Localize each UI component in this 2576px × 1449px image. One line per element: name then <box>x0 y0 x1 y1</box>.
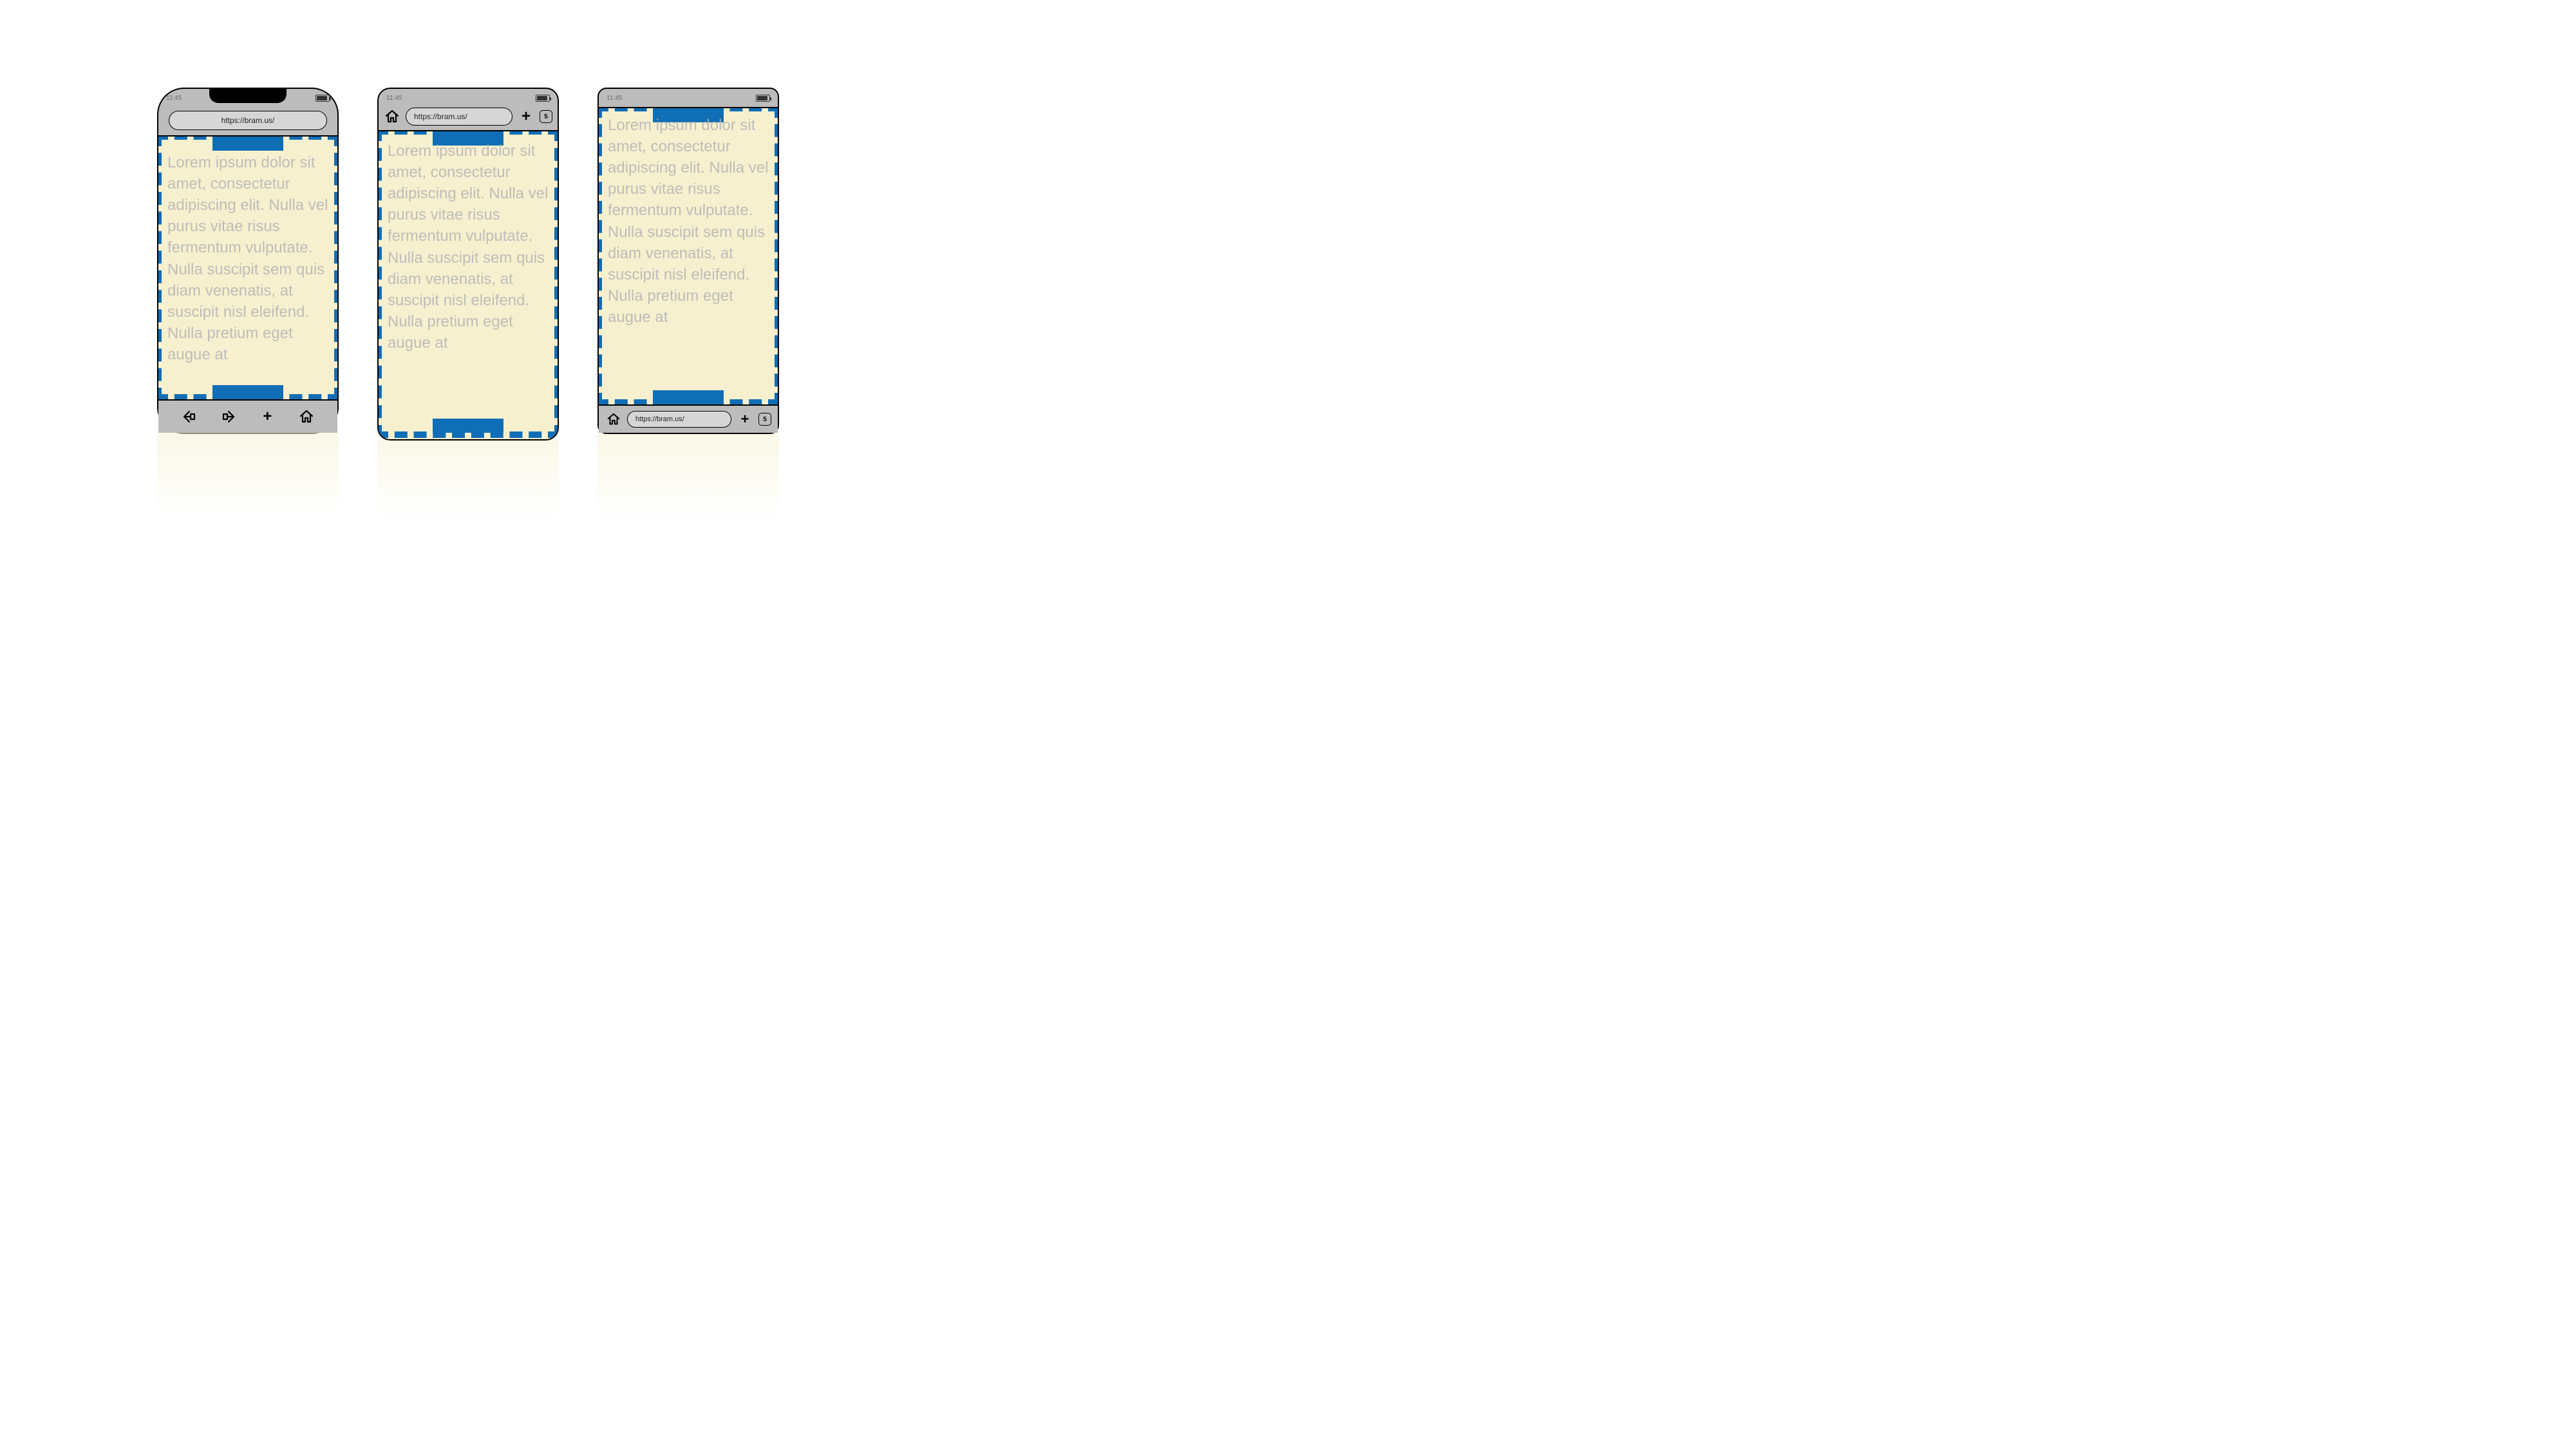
address-bar[interactable]: https://bram.us/ <box>406 108 512 126</box>
new-tab-icon[interactable]: + <box>518 108 534 125</box>
address-bar[interactable]: https://bram.us/ <box>627 411 731 428</box>
page-body-text: Lorem ipsum dolor sit amet, consectetur … <box>608 115 771 328</box>
browser-viewport: Lorem ipsum dolor sit amet, consectetur … <box>379 130 558 439</box>
page-body-text: Lorem ipsum dolor sit amet, consectetur … <box>167 152 331 365</box>
browser-bottom-toolbar: https://bram.us/ + 5 <box>599 404 778 433</box>
tab-count-badge[interactable]: 5 <box>540 110 552 123</box>
viewport-marker-bottom <box>433 419 503 433</box>
home-icon[interactable] <box>384 108 400 125</box>
status-time: 11:45 <box>166 95 182 102</box>
tab-count-badge[interactable]: 5 <box>758 413 771 426</box>
status-bar: 11:45 <box>158 89 337 107</box>
forward-icon[interactable] <box>220 408 237 425</box>
phone-mockup-3: 11:45 Lorem ipsum dolor sit amet, consec… <box>597 88 779 434</box>
status-time: 11:45 <box>386 95 402 102</box>
diagram-three-mobile-viewports: 11:45 https://bram.us/ Lorem ipsum dolor… <box>0 0 940 529</box>
phone-mockup-1: 11:45 https://bram.us/ Lorem ipsum dolor… <box>157 88 339 434</box>
status-time: 11:45 <box>606 95 622 102</box>
browser-viewport: Lorem ipsum dolor sit amet, consectetur … <box>599 107 778 404</box>
home-icon[interactable] <box>298 408 315 425</box>
address-bar[interactable]: https://bram.us/ <box>169 111 327 130</box>
browser-top-toolbar: https://bram.us/ + 5 <box>384 106 552 128</box>
viewport-marker-bottom <box>653 390 724 404</box>
home-icon[interactable] <box>605 411 622 428</box>
viewport-marker-top <box>212 137 283 151</box>
status-bar: 11:45 <box>599 89 778 107</box>
browser-bottom-nav: + <box>158 399 337 433</box>
battery-icon <box>756 95 770 102</box>
battery-icon <box>536 95 550 102</box>
phone3-overflow-text: Lorem ipsum dolor sit amet, consectetur … <box>597 434 779 531</box>
page-body-text: Lorem ipsum dolor sit amet, consectetur … <box>388 140 551 354</box>
phone-mockup-2: 11:45 https://bram.us/ + 5 Lorem ipsum d… <box>377 88 559 440</box>
phone1-overflow-text: Lorem ipsum dolor sit amet, consectetur … <box>157 433 339 529</box>
browser-viewport: Lorem ipsum dolor sit amet, consectetur … <box>158 135 337 399</box>
tab-count-value: 5 <box>544 113 548 120</box>
battery-icon <box>315 95 330 102</box>
address-bar-url: https://bram.us/ <box>635 415 684 423</box>
status-bar: 11:45 <box>379 89 558 107</box>
address-bar-url: https://bram.us/ <box>414 112 467 121</box>
new-tab-icon[interactable]: + <box>737 411 753 428</box>
address-bar-url: https://bram.us/ <box>221 116 275 125</box>
tab-count-value: 5 <box>763 416 767 423</box>
viewport-marker-bottom <box>212 385 283 399</box>
new-tab-icon[interactable]: + <box>259 408 276 425</box>
phone2-overflow-text: Lorem ipsum dolor sit amet, consectetur … <box>377 440 559 531</box>
back-icon[interactable] <box>181 408 198 425</box>
